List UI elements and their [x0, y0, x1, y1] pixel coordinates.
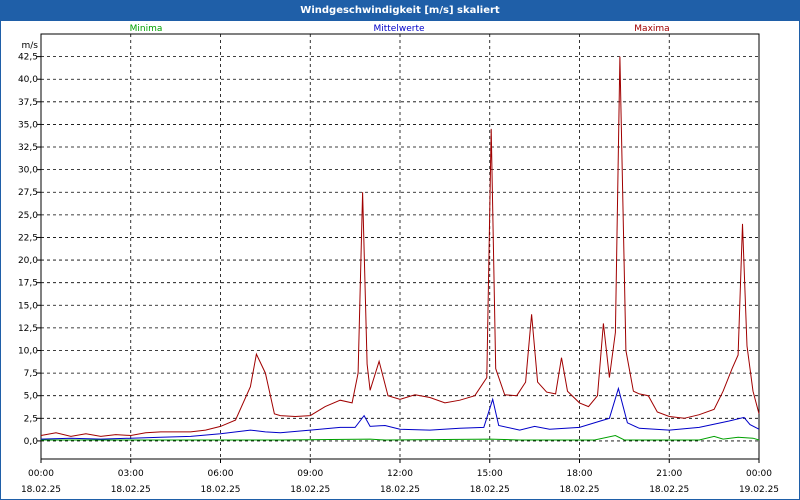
- x-tick-time: 00:00: [28, 469, 54, 479]
- y-tick-label: 5,0: [24, 392, 39, 402]
- x-tick-date: 18.02.25: [290, 485, 330, 495]
- legend-minima: Minima: [130, 24, 163, 34]
- x-tick-date: 18.02.25: [21, 485, 61, 495]
- x-tick-time: 09:00: [297, 469, 323, 479]
- x-tick-date: 18.02.25: [111, 485, 151, 495]
- y-axis-unit: m/s: [22, 41, 39, 51]
- y-tick-label: 15,0: [18, 301, 38, 311]
- chart-svg: 0,0 2,5 5,0 7,5 10,0 12,5 15,0 17,5 20,0 22,5 25,0…: [18, 24, 779, 495]
- y-tick-label: 27,5: [18, 188, 38, 198]
- x-tick-time: 18:00: [567, 469, 593, 479]
- y-tick-label: 37,5: [18, 98, 38, 108]
- y-tick-label: 42,5: [18, 53, 38, 63]
- chart-window: Windgeschwindigkeit [m/s] skaliert 0,0 2,…: [0, 0, 800, 500]
- y-tick-label: 30,0: [18, 166, 38, 176]
- y-tick-label: 10,0: [18, 346, 38, 356]
- x-tick-date: 18.02.25: [559, 485, 599, 495]
- y-tick-label: 25,0: [18, 211, 38, 221]
- x-tick-date: 19.02.25: [739, 485, 779, 495]
- x-tick-time: 06:00: [208, 469, 234, 479]
- y-tick-label: 32,5: [18, 143, 38, 153]
- y-tick-label: 17,5: [18, 279, 38, 289]
- y-tick-label: 20,0: [18, 256, 38, 266]
- y-tick-label: 2,5: [24, 414, 38, 424]
- y-tick-label: 40,0: [18, 75, 38, 85]
- legend-maxima: Maxima: [634, 24, 669, 34]
- legend-mittelwerte: Mittelwerte: [373, 24, 424, 34]
- y-tick-label: 0,0: [24, 437, 39, 447]
- x-tick-time: 00:00: [746, 469, 772, 479]
- y-tick-label: 7,5: [24, 369, 38, 379]
- x-tick-time: 12:00: [387, 469, 413, 479]
- x-tick-date: 18.02.25: [380, 485, 420, 495]
- x-tick-date: 18.02.25: [649, 485, 689, 495]
- x-tick-time: 03:00: [118, 469, 144, 479]
- chart-title: Windgeschwindigkeit [m/s] skaliert: [1, 1, 799, 21]
- x-tick-time: 21:00: [656, 469, 682, 479]
- y-tick-label: 22,5: [18, 233, 38, 243]
- x-tick-date: 18.02.25: [470, 485, 510, 495]
- y-tick-label: 35,0: [18, 120, 38, 130]
- x-tick-time: 15:00: [477, 469, 503, 479]
- x-tick-date: 18.02.25: [200, 485, 240, 495]
- y-tick-label: 12,5: [18, 324, 38, 334]
